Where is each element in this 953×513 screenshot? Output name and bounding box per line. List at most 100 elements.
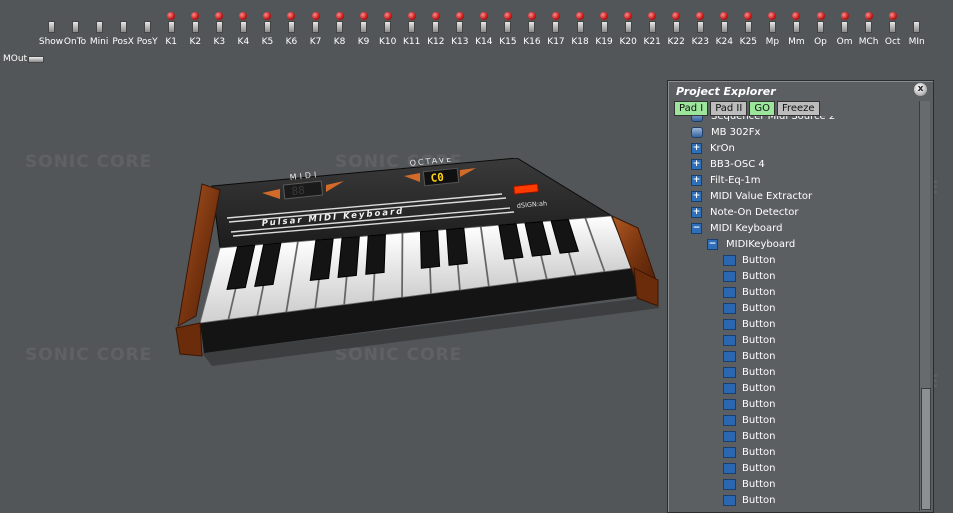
close-icon[interactable]: x [914, 83, 927, 96]
pin-k1[interactable]: K1 [160, 10, 182, 54]
pin-k3[interactable]: K3 [208, 10, 230, 54]
button-icon [723, 462, 736, 474]
tree-item[interactable]: Button [723, 492, 776, 508]
pin-mm[interactable]: Mm [785, 10, 807, 54]
pin-k14[interactable]: K14 [473, 10, 495, 54]
tree-item[interactable]: Button [723, 476, 776, 492]
pin-op[interactable]: Op [810, 10, 832, 54]
pin-k17[interactable]: K17 [545, 10, 567, 54]
tree-item[interactable]: + Filt-Eq-1m [691, 172, 761, 188]
pin-mch[interactable]: MCh [858, 10, 880, 54]
tree-item[interactable]: − MIDI Keyboard [691, 220, 782, 236]
tree-item[interactable]: + KrOn [691, 140, 735, 156]
pin-knob-icon [287, 12, 296, 20]
tree-item[interactable]: − MIDIKeyboard [707, 236, 795, 252]
pin-k10[interactable]: K10 [377, 10, 399, 54]
pin-k7[interactable]: K7 [305, 10, 327, 54]
pin-k15[interactable]: K15 [497, 10, 519, 54]
pin-k18[interactable]: K18 [569, 10, 591, 54]
tree-item[interactable]: + Note-On Detector [691, 204, 799, 220]
tab-pad-ii[interactable]: Pad II [710, 101, 748, 116]
module-icon [691, 126, 703, 138]
tree-item[interactable]: Button [723, 396, 776, 412]
expand-icon[interactable]: + [691, 142, 702, 154]
tree-item[interactable]: Button [723, 460, 776, 476]
tree-item[interactable]: + BB3-OSC 4 [691, 156, 765, 172]
tab-pad-i[interactable]: Pad I [674, 101, 709, 116]
pin-posy[interactable]: PosY [136, 10, 158, 54]
tree-item[interactable]: Button [723, 284, 776, 300]
expand-icon[interactable]: + [691, 190, 702, 202]
pin-k12[interactable]: K12 [425, 10, 447, 54]
tree-item[interactable]: Button [723, 252, 776, 268]
pin-k2[interactable]: K2 [184, 10, 206, 54]
pin-k4[interactable]: K4 [232, 10, 254, 54]
pin-label: K22 [667, 37, 685, 47]
pin-k9[interactable]: K9 [353, 10, 375, 54]
pin-min[interactable]: MIn [906, 10, 928, 54]
expand-icon[interactable]: + [691, 206, 702, 218]
tree-item[interactable]: Button [723, 300, 776, 316]
tree-item[interactable]: Button [723, 428, 776, 444]
pin-k6[interactable]: K6 [280, 10, 302, 54]
explorer-tree: Sequencer Midi Source 2 MB 302Fx + KrOn + BB3… [674, 116, 915, 512]
tree-item[interactable]: + MIDI Value Extractor [691, 188, 812, 204]
pin-k21[interactable]: K21 [641, 10, 663, 54]
pin-stem-icon [889, 21, 897, 33]
pin-label: Om [836, 37, 853, 47]
tree-item[interactable]: Button [723, 412, 776, 428]
pin-k22[interactable]: K22 [665, 10, 687, 54]
mout-connector[interactable]: MOut [3, 54, 45, 64]
pin-k23[interactable]: K23 [689, 10, 711, 54]
pin-k25[interactable]: K25 [737, 10, 759, 54]
scrollbar-thumb[interactable] [921, 388, 931, 510]
explorer-scrollbar[interactable] [919, 101, 931, 511]
pin-k16[interactable]: K16 [521, 10, 543, 54]
pin-oct[interactable]: Oct [882, 10, 904, 54]
pin-stem-icon [360, 21, 368, 33]
collapse-icon[interactable]: − [707, 238, 718, 250]
pin-knob-icon [335, 12, 344, 20]
pin-show[interactable]: Show [39, 10, 63, 54]
tab-go[interactable]: GO [749, 101, 775, 116]
button-icon [723, 286, 736, 298]
pin-stem-icon [312, 21, 320, 33]
pin-k5[interactable]: K5 [256, 10, 278, 54]
pin-label: PosX [112, 37, 134, 47]
button-icon [723, 494, 736, 506]
expand-icon[interactable]: + [691, 158, 702, 170]
pin-posx[interactable]: PosX [112, 10, 134, 54]
pin-mini[interactable]: Mini [88, 10, 110, 54]
tree-item[interactable]: Sequencer Midi Source 2 [691, 116, 835, 124]
pin-stem-icon [287, 21, 295, 33]
collapse-icon[interactable]: − [691, 222, 702, 234]
midi-keyboard-widget[interactable]: MIDI OCTAVE 88 C0 Pulsar MIDI Keyboard d… [172, 158, 662, 368]
pin-om[interactable]: Om [834, 10, 856, 54]
pin-k19[interactable]: K19 [593, 10, 615, 54]
black-key[interactable] [446, 227, 468, 266]
tree-item[interactable]: Button [723, 316, 776, 332]
pin-onto[interactable]: OnTo [64, 10, 86, 54]
pin-k24[interactable]: K24 [713, 10, 735, 54]
pin-stem-icon [336, 21, 344, 33]
black-key[interactable] [337, 236, 360, 278]
tree-item[interactable]: Button [723, 444, 776, 460]
pin-knob-icon [840, 12, 849, 20]
black-key[interactable] [365, 233, 386, 275]
tree-item[interactable]: MB 302Fx [691, 124, 760, 140]
tree-item[interactable]: Button [723, 380, 776, 396]
black-key[interactable] [419, 229, 441, 269]
pin-mp[interactable]: Mp [761, 10, 783, 54]
tree-item[interactable]: Button [723, 268, 776, 284]
tree-item[interactable]: Button [723, 364, 776, 380]
tree-item[interactable]: Button [723, 332, 776, 348]
pin-k8[interactable]: K8 [329, 10, 351, 54]
pin-label: MIn [908, 37, 925, 47]
pin-k11[interactable]: K11 [401, 10, 423, 54]
pin-k20[interactable]: K20 [617, 10, 639, 54]
tree-item[interactable]: Button [723, 348, 776, 364]
pin-k13[interactable]: K13 [449, 10, 471, 54]
expand-icon[interactable]: + [691, 174, 702, 186]
tab-freeze[interactable]: Freeze [776, 101, 820, 116]
pin-label: K6 [285, 37, 298, 47]
